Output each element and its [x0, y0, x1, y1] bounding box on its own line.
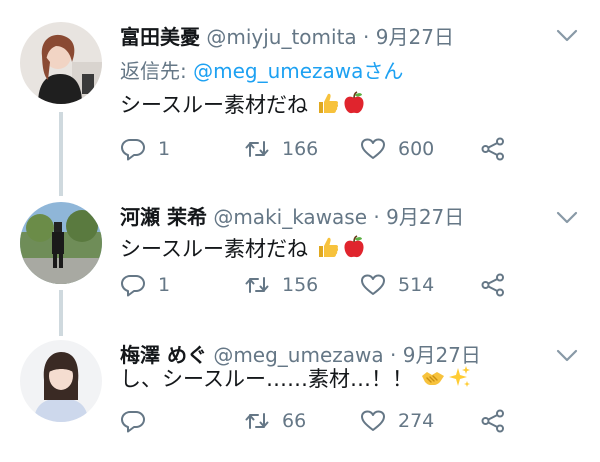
share-button[interactable] — [480, 134, 506, 164]
red-apple-icon — [341, 90, 367, 123]
display-name[interactable]: 富田美憂 — [120, 25, 200, 49]
tweet-text-content: シースルー素材だね — [120, 237, 308, 261]
retweet-button[interactable]: 66 — [244, 406, 306, 436]
separator-dot: · — [373, 205, 380, 229]
reply-icon — [121, 411, 145, 433]
heart-icon — [361, 138, 385, 159]
tweet-text: シースルー素材だね — [120, 90, 367, 123]
avatar[interactable] — [20, 340, 102, 422]
like-button[interactable]: 600 — [360, 134, 434, 164]
like-count: 514 — [398, 274, 435, 296]
tweet[interactable]: 梅澤 めぐ @meg_umezawa · 9月27日 し、シースルー……素材…！… — [0, 324, 600, 462]
tweet-date[interactable]: 9月27日 — [386, 205, 464, 229]
retweet-icon — [245, 141, 269, 157]
retweet-icon — [245, 413, 269, 429]
share-icon — [481, 409, 504, 433]
tweet-text-content: し、シースルー……素材…！！ — [120, 367, 413, 391]
thumbs-up-icon — [315, 234, 341, 267]
avatar[interactable] — [20, 202, 102, 284]
chevron-down-icon[interactable] — [556, 348, 578, 362]
reply-button[interactable]: 1 — [120, 134, 170, 164]
tweet-actions: 66 274 — [120, 406, 510, 436]
share-button[interactable] — [480, 406, 506, 436]
share-icon — [481, 137, 504, 161]
reply-context: 返信先: @meg_umezawaさん — [120, 58, 403, 84]
tweet-text-content: シースルー素材だね — [120, 93, 308, 117]
reply-count: 1 — [158, 138, 171, 160]
share-icon — [481, 273, 504, 297]
like-count: 600 — [398, 138, 435, 160]
reply-count: 1 — [158, 274, 171, 296]
chevron-down-icon[interactable] — [556, 28, 578, 42]
separator-dot: · — [363, 25, 370, 49]
mention-link[interactable]: @meg_umezawaさん — [193, 59, 403, 83]
retweet-icon — [245, 277, 269, 293]
tweet-text: し、シースルー……素材…！！ — [120, 364, 472, 397]
avatar[interactable] — [20, 22, 102, 104]
tweet-header: 河瀬 茉希 @maki_kawase · 9月27日 — [120, 204, 560, 230]
reply-prefix: 返信先: — [120, 59, 194, 83]
user-handle[interactable]: @maki_kawase — [213, 205, 367, 229]
like-count: 274 — [398, 410, 435, 432]
retweet-count: 156 — [282, 274, 319, 296]
tweet-header: 富田美憂 @miyju_tomita · 9月27日 — [120, 24, 560, 50]
tweet[interactable]: 富田美憂 @miyju_tomita · 9月27日 返信先: @meg_ume… — [0, 8, 600, 161]
handshake-icon — [420, 364, 446, 397]
display-name[interactable]: 河瀬 茉希 — [120, 205, 207, 229]
reply-icon — [121, 139, 145, 161]
tweet-thread: 富田美憂 @miyju_tomita · 9月27日 返信先: @meg_ume… — [0, 0, 600, 462]
red-apple-icon — [341, 234, 367, 267]
heart-icon — [361, 274, 385, 295]
tweet[interactable]: 河瀬 茉希 @maki_kawase · 9月27日 シースルー素材だね 1 1… — [0, 186, 600, 334]
chevron-down-icon[interactable] — [556, 210, 578, 224]
sparkles-icon — [446, 364, 472, 397]
thumbs-up-icon — [315, 90, 341, 123]
retweet-count: 66 — [282, 410, 307, 432]
reply-icon — [121, 275, 145, 297]
like-button[interactable]: 514 — [360, 270, 434, 300]
reply-button[interactable] — [120, 406, 158, 436]
user-handle[interactable]: @miyju_tomita — [206, 25, 356, 49]
tweet-text: シースルー素材だね — [120, 234, 367, 267]
like-button[interactable]: 274 — [360, 406, 434, 436]
share-button[interactable] — [480, 270, 506, 300]
retweet-button[interactable]: 156 — [244, 270, 318, 300]
retweet-button[interactable]: 166 — [244, 134, 318, 164]
tweet-actions: 1 156 514 — [120, 270, 510, 300]
tweet-actions: 1 166 600 — [120, 134, 510, 164]
heart-icon — [361, 410, 385, 431]
retweet-count: 166 — [282, 138, 319, 160]
tweet-date[interactable]: 9月27日 — [376, 25, 454, 49]
reply-button[interactable]: 1 — [120, 270, 170, 300]
